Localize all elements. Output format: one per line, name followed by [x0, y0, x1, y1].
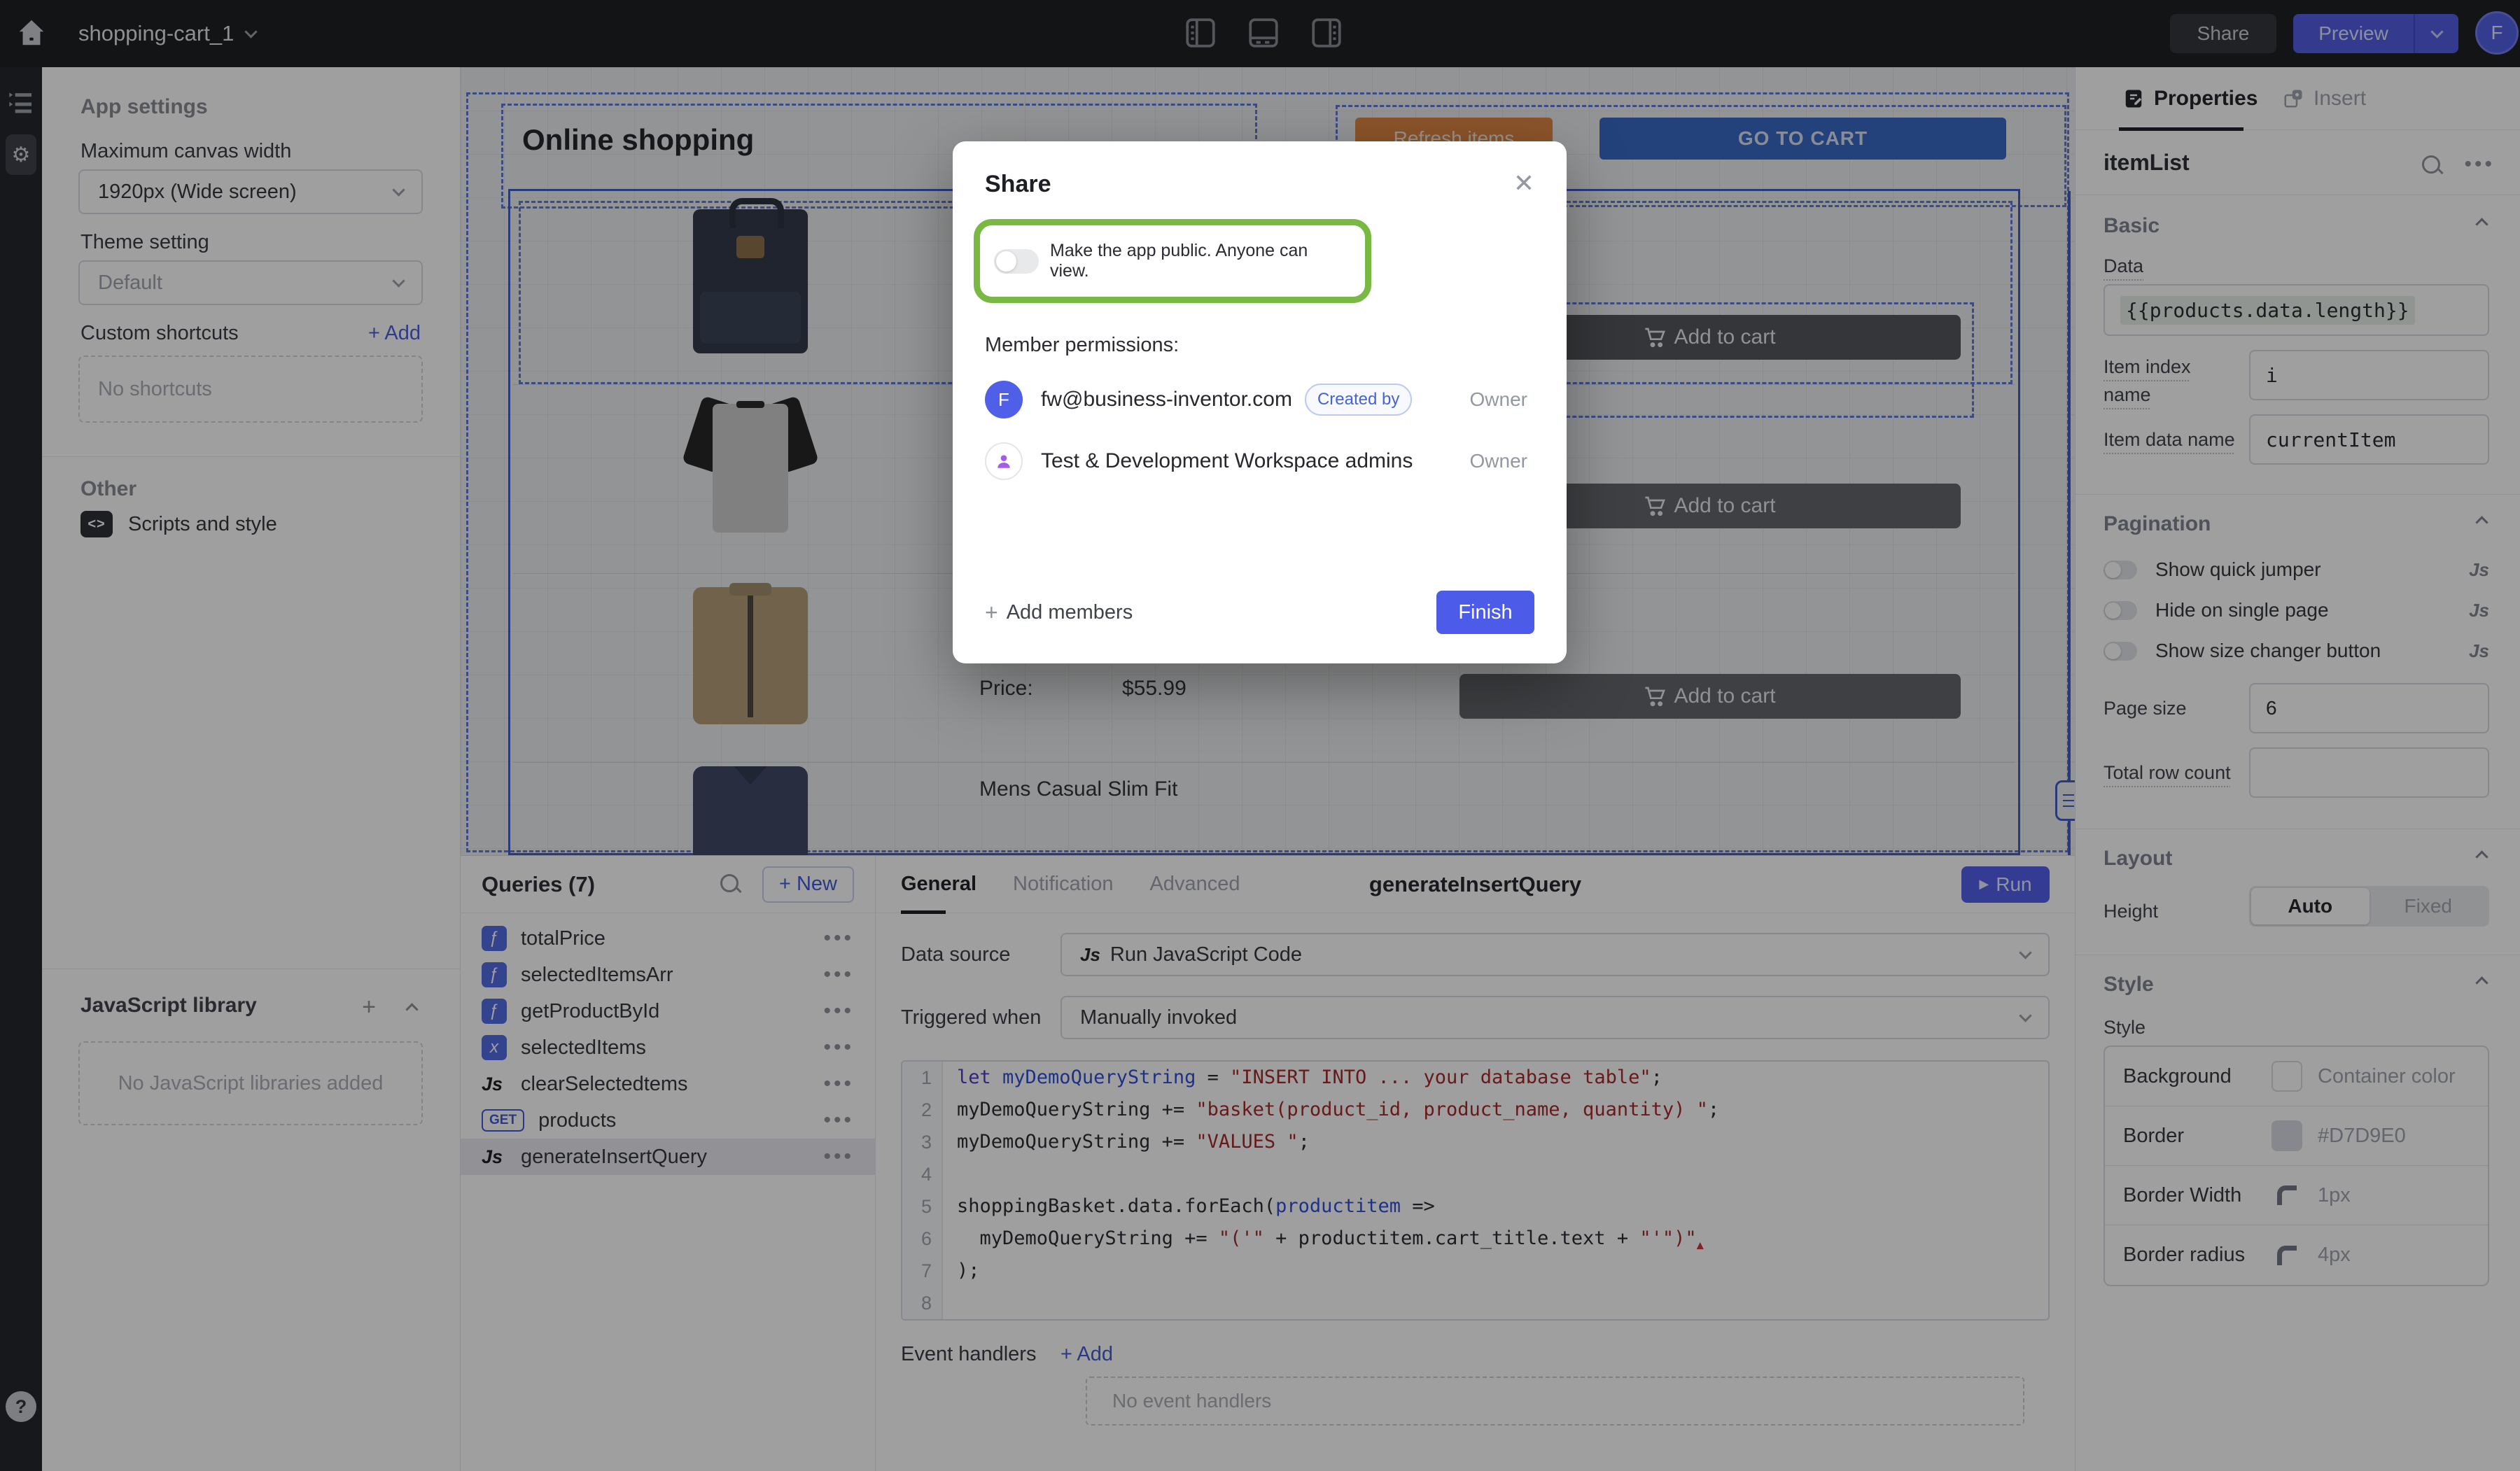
- person-icon: [995, 452, 1013, 470]
- app-root: Online shopping Refresh items GO TO CART…: [0, 0, 2520, 1471]
- annotation-highlight-ring: Make the app public. Anyone can view.: [974, 219, 1371, 303]
- public-toggle-label: Make the app public. Anyone can view.: [1050, 241, 1351, 281]
- member-role[interactable]: Owner: [1470, 388, 1527, 411]
- public-toggle-off[interactable]: [994, 249, 1039, 274]
- member-row-owner: F fw@business-inventor.com Created by Ow…: [985, 381, 1534, 418]
- avatar: F: [985, 381, 1023, 418]
- finish-button[interactable]: Finish: [1436, 591, 1534, 634]
- member-role[interactable]: Owner: [1470, 450, 1527, 472]
- modal-title: Share: [985, 171, 1051, 198]
- close-icon[interactable]: ✕: [1513, 171, 1534, 196]
- created-by-badge: Created by: [1305, 383, 1412, 416]
- member-permissions-label: Member permissions:: [985, 334, 1534, 357]
- plus-icon: +: [985, 600, 998, 626]
- group-avatar: [985, 442, 1023, 480]
- member-name: fw@business-inventor.com: [1041, 388, 1292, 411]
- member-row-admins: Test & Development Workspace admins Owne…: [985, 442, 1534, 480]
- share-modal: Share ✕ Make the app public. Anyone can …: [953, 141, 1567, 663]
- add-members-link[interactable]: + Add members: [985, 600, 1133, 626]
- add-members-label: Add members: [1007, 601, 1133, 624]
- member-name: Test & Development Workspace admins: [1041, 449, 1413, 473]
